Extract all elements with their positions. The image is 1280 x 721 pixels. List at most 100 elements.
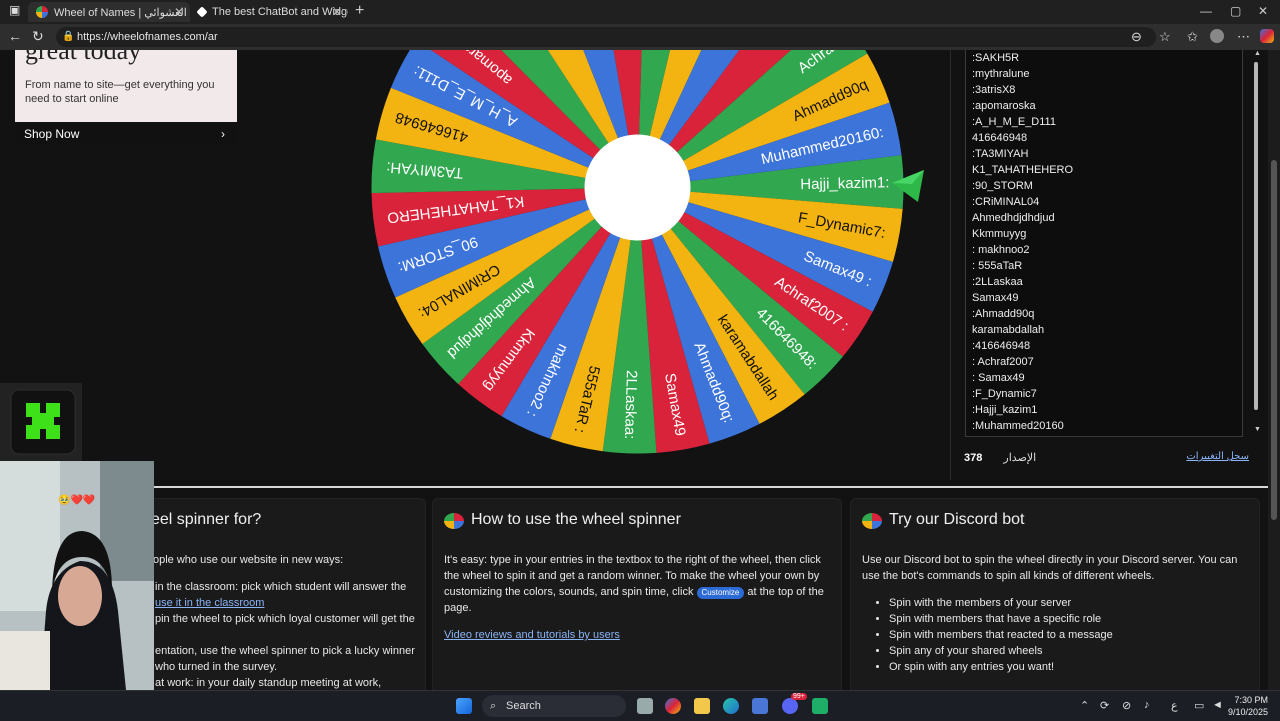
entry-line: :90_STORM <box>972 180 1033 192</box>
tab-wheel-of-names[interactable]: Wheel of Names | الاسم العشوائي ✕ <box>28 2 190 22</box>
wheel-segment-label: 2LLaskaa: <box>621 370 640 440</box>
clock-time: 7:30 PM <box>1234 695 1268 705</box>
card-line: entation, use the wheel spinner to pick … <box>155 645 415 657</box>
discord-features-list: Spin with the members of your server Spi… <box>873 595 1113 675</box>
card-line: in the classroom: pick which student wil… <box>155 581 407 593</box>
minimize-button[interactable]: — <box>1200 4 1212 18</box>
windows-start-icon[interactable] <box>456 698 472 714</box>
video-tutorials-link[interactable]: Video reviews and tutorials by users <box>444 629 620 641</box>
ad-text: From name to site—get everything you nee… <box>25 79 215 105</box>
entry-line: 416646948 <box>972 132 1028 144</box>
address-bar-row: ← ↻ 🔒 https://wheelofnames.com/ar ⊖ ☆ ✩ … <box>0 24 1280 51</box>
ad-headline: great today <box>25 50 142 65</box>
app-icon[interactable] <box>812 698 828 714</box>
customize-chip[interactable]: Customize <box>696 587 745 599</box>
shop-now-label: Shop Now <box>24 127 80 141</box>
page-scrollbar[interactable] <box>1268 50 1280 690</box>
entry-line: :2LLaskaa <box>972 276 1023 288</box>
task-view-icon[interactable] <box>637 698 653 714</box>
maximize-button[interactable]: ▢ <box>1230 4 1241 18</box>
network-off-icon[interactable]: ⊘ <box>1122 699 1131 712</box>
webcam-overlay: 🥹❤️❤️ <box>0 461 154 690</box>
input-language[interactable]: ع <box>1171 699 1178 712</box>
microphone-icon[interactable]: ♪ <box>1144 699 1150 711</box>
card-how-to: How to use the wheel spinner It's easy: … <box>432 498 842 690</box>
url-text: https://wheelofnames.com/ar <box>77 31 218 43</box>
entries-panel: :SAKH5R:mythralune:3atrisX8:apomaroska:A… <box>950 50 1268 480</box>
entry-line: : makhnoo2 <box>972 244 1030 256</box>
copilot-taskbar-icon[interactable] <box>665 698 681 714</box>
card-discord: Try our Discord bot Use our Discord bot … <box>850 498 1260 690</box>
entry-line: Samax49 <box>972 292 1019 304</box>
tab-actions-icon[interactable]: ▣ <box>9 3 20 17</box>
more-menu-icon[interactable]: ⋯ <box>1237 29 1250 45</box>
collections-icon[interactable]: ✩ <box>1187 29 1198 45</box>
wheel-center-hub[interactable] <box>584 134 691 241</box>
url-field[interactable]: 🔒 https://wheelofnames.com/ar <box>56 27 1156 47</box>
scroll-up-arrow-icon[interactable]: ▲ <box>1254 50 1261 57</box>
entry-line: :CRiMINAL04 <box>972 196 1040 208</box>
emoji-sticker: 🥹❤️❤️ <box>58 495 96 506</box>
pixel-x-logo-icon <box>10 389 76 455</box>
entries-textbox[interactable]: :SAKH5R:mythralune:3atrisX8:apomaroska:A… <box>965 50 1243 437</box>
discord-icon[interactable] <box>782 698 798 714</box>
card-spinner-for: eel spinner for? ople who use our websit… <box>120 498 426 690</box>
tab-title: Wheel of Names | الاسم العشوائي <box>54 6 190 19</box>
close-tab-icon[interactable]: ✕ <box>174 5 184 19</box>
card-body: Use our Discord bot to spin the wheel di… <box>862 554 1238 582</box>
lock-icon: 🔒 <box>62 31 75 42</box>
card-line: at work: in your daily standup meeting a… <box>155 677 382 689</box>
wheel-logo-icon <box>862 513 882 529</box>
system-clock[interactable]: 7:30 PM 9/10/2025 <box>1228 694 1268 718</box>
close-window-button[interactable]: ✕ <box>1258 4 1268 18</box>
volume-icon[interactable]: ◄ <box>1212 699 1223 711</box>
scroll-down-arrow-icon[interactable]: ▼ <box>1254 426 1261 433</box>
entry-line: karamabdallah <box>972 324 1045 336</box>
file-explorer-icon[interactable] <box>694 698 710 714</box>
new-tab-button[interactable]: + <box>355 2 364 20</box>
list-item: Spin with members that reacted to a mess… <box>889 627 1113 643</box>
wheel-logo-icon <box>444 513 464 529</box>
entry-line: :A_H_M_E_D111 <box>972 116 1056 128</box>
chevron-up-icon[interactable]: ⌃ <box>1080 699 1089 712</box>
entry-line: :TA3MIYAH <box>972 148 1029 160</box>
name-wheel[interactable]: Hajji_kazim1:F_Dynamic7:Samax49 :Achraf2… <box>370 50 905 455</box>
search-label: Search <box>506 700 541 712</box>
entry-line: :Hajji_kazim1 <box>972 404 1038 416</box>
taskbar-search[interactable]: ⌕ Search <box>482 695 626 717</box>
entry-line: :Muhammed20160 <box>972 420 1064 432</box>
classroom-link[interactable]: use it in the classroom <box>155 597 264 609</box>
list-item: Or spin with any entries you want! <box>889 659 1113 675</box>
refresh-icon[interactable]: ↻ <box>32 28 44 45</box>
entry-line: :apomaroska <box>972 100 1036 112</box>
entry-line: : 555aTaR <box>972 260 1023 272</box>
entry-line: :mythralune <box>972 68 1030 80</box>
entries-scroll-thumb[interactable] <box>1254 62 1258 410</box>
card-title: How to use the wheel spinner <box>471 511 681 528</box>
favorite-star-icon[interactable]: ☆ <box>1159 29 1171 45</box>
entry-line: :SAKH5R <box>972 52 1020 64</box>
entry-line: :Ahmadd90q <box>972 308 1035 320</box>
store-icon[interactable] <box>752 698 768 714</box>
card-line: who turned in the survey. <box>155 661 278 673</box>
card-intro: ople who use our website in new ways: <box>153 554 344 566</box>
version-label: الإصدار <box>1003 452 1037 464</box>
reader-icon[interactable]: ⊖ <box>1131 29 1142 45</box>
sync-icon[interactable]: ⟳ <box>1100 699 1109 712</box>
back-arrow-icon[interactable]: ← <box>8 28 22 44</box>
page-scroll-thumb[interactable] <box>1271 160 1277 520</box>
version-number: 378 <box>964 452 983 464</box>
shop-now-button[interactable]: Shop Now › <box>15 122 237 146</box>
edge-browser-icon[interactable] <box>723 698 739 714</box>
entry-line: : Samax49 <box>972 372 1025 384</box>
list-item: Spin any of your shared wheels <box>889 643 1113 659</box>
wifi-icon[interactable]: ▭ <box>1194 699 1204 712</box>
tab-chatbot[interactable]: The best ChatBot and Widgets fo ✕ <box>190 2 348 22</box>
card-title: eel spinner for? <box>151 511 262 528</box>
close-tab-icon[interactable]: ✕ <box>332 5 342 19</box>
profile-avatar[interactable] <box>1210 29 1224 43</box>
wheel-segment-label: Hajji_kazim1: <box>800 174 890 193</box>
changelog-link[interactable]: سجل التغييرات <box>1186 451 1249 462</box>
card-body: It's easy: type in your entries in the t… <box>444 552 832 616</box>
copilot-icon[interactable] <box>1260 29 1274 43</box>
